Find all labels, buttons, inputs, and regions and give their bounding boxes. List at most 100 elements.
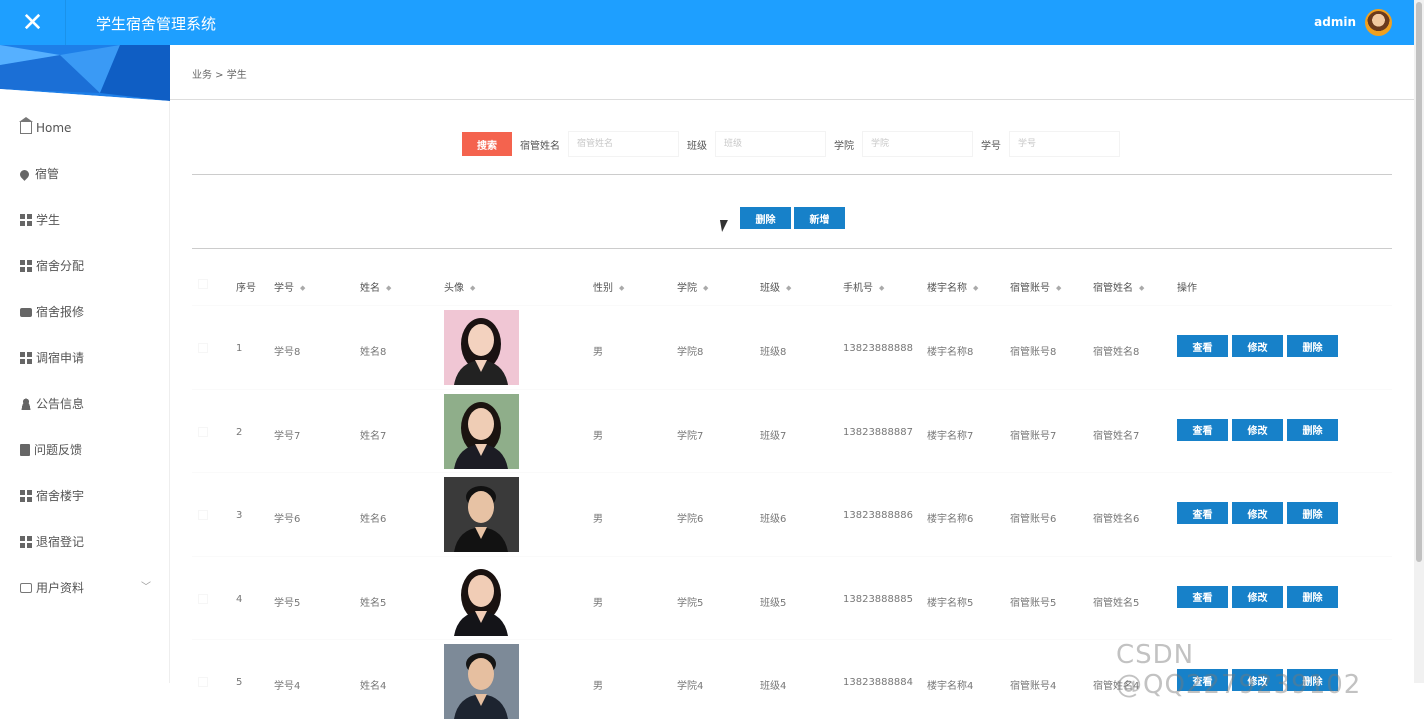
col-header[interactable]: 手机号 ◆ <box>843 279 884 294</box>
student-photo <box>444 310 519 385</box>
sort-icon[interactable]: ◆ <box>1139 284 1144 292</box>
sidebar-item[interactable]: 退宿登记 <box>0 527 169 573</box>
sort-icon[interactable]: ◆ <box>786 284 791 292</box>
delete-button[interactable]: 删除 <box>1287 418 1338 441</box>
toolbar: 删除 新增 <box>740 207 845 229</box>
row-checkbox[interactable] <box>198 343 208 353</box>
cell-idx: 2 <box>236 426 243 438</box>
edit-button[interactable]: 修改 <box>1232 585 1283 608</box>
batch-delete-button[interactable]: 删除 <box>740 207 791 229</box>
sort-icon[interactable]: ◆ <box>470 284 475 292</box>
cell-manager: 宿管姓名5 <box>1093 597 1140 609</box>
sidebar-item-label: 宿舍报修 <box>36 305 85 319</box>
sidebar-item[interactable]: 公告信息 <box>0 389 169 435</box>
table-row: 2 学号7 姓名7 男 学院7 班级7 13823888887 楼宇名称7 宿管账号7 宿管姓名7… <box>192 388 1392 473</box>
manager-name-label: 宿管姓名 <box>520 140 560 152</box>
col-header[interactable]: 楼宇名称 ◆ <box>927 279 978 294</box>
username[interactable]: admin <box>1314 15 1356 29</box>
cell-account: 宿管账号7 <box>1010 430 1057 442</box>
cell-class: 班级8 <box>760 347 787 358</box>
col-header[interactable]: 性别 ◆ <box>593 279 624 294</box>
delete-button[interactable]: 删除 <box>1287 502 1338 524</box>
sidebar-item[interactable]: 调宿申请 <box>0 343 169 389</box>
view-button[interactable]: 查看 <box>1177 335 1228 357</box>
cell-manager: 宿管姓名7 <box>1093 430 1140 442</box>
sidebar-item[interactable]: 问题反馈 <box>0 435 169 481</box>
sort-icon[interactable]: ◆ <box>879 284 884 292</box>
cell-phone: 13823888886 <box>843 510 913 521</box>
student-photo <box>444 560 519 636</box>
sort-icon[interactable]: ◆ <box>1056 284 1061 292</box>
divider <box>170 99 1414 100</box>
col-header[interactable]: 学号 ◆ <box>274 279 305 294</box>
col-header[interactable]: 头像 ◆ <box>444 279 475 294</box>
sort-icon[interactable]: ◆ <box>386 284 391 292</box>
sidebar-item[interactable]: 宿舍分配 <box>0 251 169 297</box>
grid-icon <box>20 260 32 272</box>
edit-button[interactable]: 修改 <box>1232 335 1283 357</box>
row-actions: 查看 修改 删除 <box>1177 502 1338 524</box>
briefcase-icon <box>20 308 32 317</box>
grid-icon <box>20 352 32 364</box>
select-all-checkbox[interactable] <box>198 279 208 289</box>
row-checkbox[interactable] <box>198 677 208 687</box>
sort-icon[interactable]: ◆ <box>619 284 624 292</box>
scrollbar[interactable] <box>1414 0 1424 683</box>
divider <box>192 174 1392 175</box>
sort-icon[interactable]: ◆ <box>703 284 708 292</box>
college-input[interactable] <box>862 131 973 157</box>
cell-college: 学院7 <box>677 430 704 442</box>
close-icon[interactable]: ✕ <box>0 0 66 45</box>
delete-button[interactable]: 删除 <box>1287 585 1338 608</box>
student-no-input[interactable] <box>1009 131 1120 157</box>
delete-button[interactable]: 删除 <box>1287 335 1338 357</box>
sidebar-item[interactable]: 学生 <box>0 205 169 251</box>
cell-college: 学院8 <box>677 347 704 358</box>
col-header[interactable]: 姓名 ◆ <box>360 279 391 294</box>
col-header[interactable]: 宿管账号 ◆ <box>1010 279 1061 294</box>
row-checkbox[interactable] <box>198 426 208 437</box>
cell-gender: 男 <box>593 681 603 692</box>
manager-name-input[interactable] <box>568 131 679 157</box>
search-bar: 搜索 宿管姓名 班级 学院 学号 <box>462 131 1120 157</box>
home-icon <box>19 117 33 134</box>
row-checkbox[interactable] <box>198 510 208 520</box>
edit-button[interactable]: 修改 <box>1232 418 1283 441</box>
class-input[interactable] <box>715 131 826 157</box>
cell-idx: 3 <box>236 510 243 521</box>
cell-name: 姓名7 <box>360 430 387 442</box>
student-photo <box>444 477 519 552</box>
sidebar-item[interactable]: 宿管 <box>0 159 169 205</box>
view-button[interactable]: 查看 <box>1177 585 1228 608</box>
col-header[interactable]: 班级 ◆ <box>760 279 791 294</box>
scrollbar-thumb[interactable] <box>1416 2 1422 562</box>
user-icon <box>20 398 32 410</box>
cell-account: 宿管账号6 <box>1010 514 1057 525</box>
view-button[interactable]: 查看 <box>1177 502 1228 524</box>
sidebar-item-label: 宿舍楼宇 <box>36 489 85 503</box>
search-button[interactable]: 搜索 <box>462 132 512 156</box>
cell-name: 姓名5 <box>360 597 387 609</box>
sidebar-item[interactable]: 用户资料 ﹀ <box>0 573 169 619</box>
cell-building: 楼宇名称7 <box>927 430 974 442</box>
mouse-cursor-icon <box>719 220 731 232</box>
cell-sno: 学号6 <box>274 514 301 525</box>
cell-gender: 男 <box>593 430 603 442</box>
view-button[interactable]: 查看 <box>1177 418 1228 441</box>
sort-icon[interactable]: ◆ <box>973 284 978 292</box>
chevron-down-icon[interactable]: ﹀ <box>141 573 151 603</box>
sidebar-item[interactable]: 宿舍报修 <box>0 297 169 343</box>
add-button[interactable]: 新增 <box>794 207 845 229</box>
row-checkbox[interactable] <box>198 593 208 604</box>
edit-button[interactable]: 修改 <box>1232 502 1283 524</box>
sort-icon[interactable]: ◆ <box>300 284 305 292</box>
sidebar-item[interactable]: 宿舍楼宇 <box>0 481 169 527</box>
sidebar-item[interactable]: Home <box>0 113 169 159</box>
col-header[interactable]: 宿管姓名 ◆ <box>1093 279 1144 294</box>
cell-building: 楼宇名称4 <box>927 681 974 692</box>
col-header[interactable]: 学院 ◆ <box>677 279 708 294</box>
card-icon <box>20 583 32 593</box>
cell-account: 宿管账号4 <box>1010 681 1057 692</box>
avatar[interactable] <box>1365 9 1392 36</box>
row-actions: 查看 修改 删除 <box>1177 585 1338 608</box>
